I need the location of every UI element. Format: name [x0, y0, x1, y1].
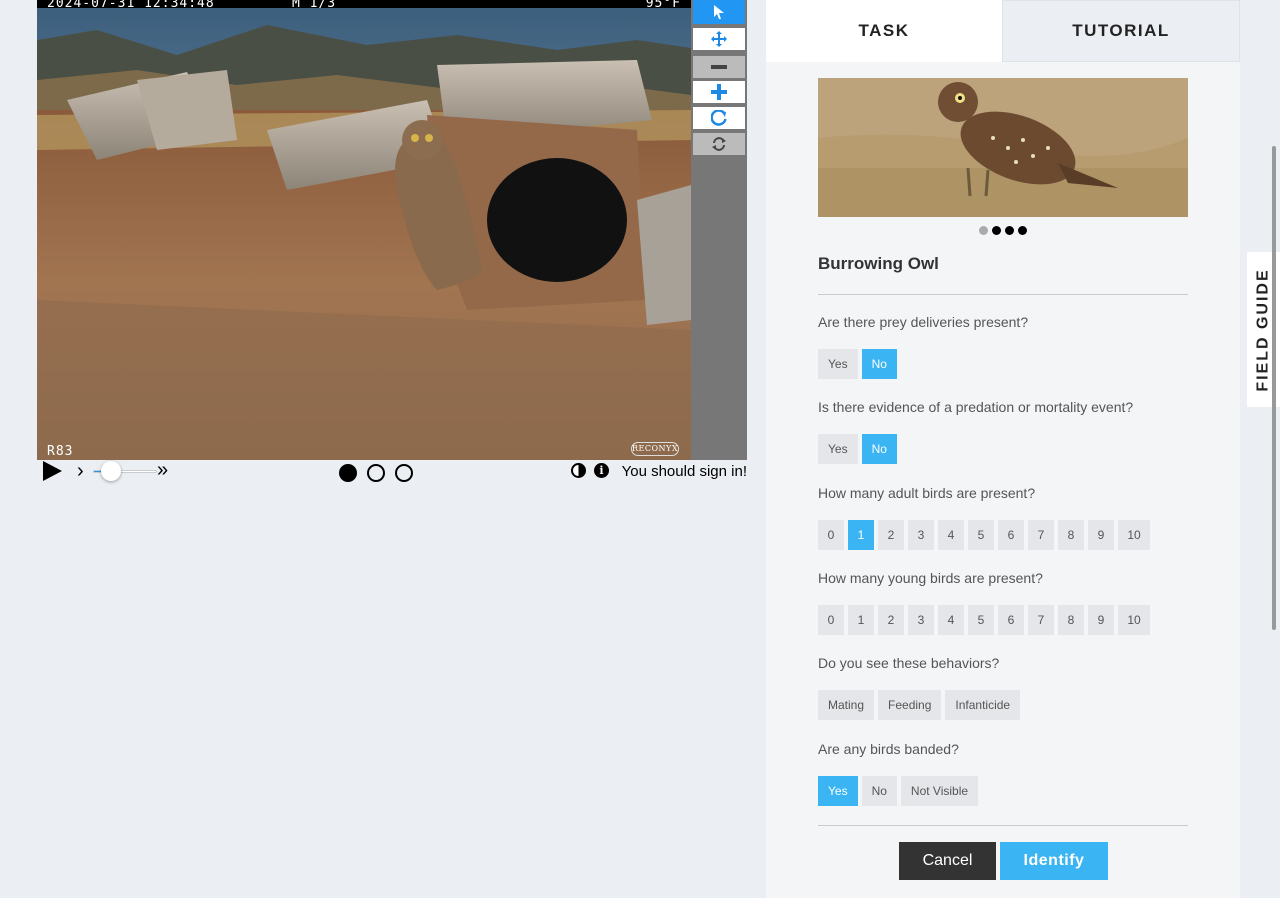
answer-button[interactable]: 7	[1028, 520, 1054, 550]
signin-message: You should sign in!	[621, 463, 747, 480]
task-body: Burrowing Owl Are there prey deliveries …	[801, 62, 1205, 898]
contrast-icon[interactable]	[571, 463, 586, 478]
image-toolbar	[691, 0, 747, 460]
identify-button[interactable]: Identify	[1000, 842, 1108, 880]
answer-options: Yes No	[818, 434, 1198, 464]
pointer-icon[interactable]	[693, 0, 745, 24]
carousel-dot[interactable]	[979, 226, 988, 235]
question-text: Are there prey deliveries present?	[818, 314, 1029, 330]
fast-forward-icon[interactable]: »	[157, 459, 168, 482]
camera-trap-image[interactable]: 2024-07-31 12:34:48 M 1/3 95°F R83 RECON…	[37, 0, 691, 460]
question: Are there prey deliveries present? Yes No	[818, 314, 1198, 379]
answer-button[interactable]: Yes	[818, 349, 858, 379]
question: Is there evidence of a predation or mort…	[818, 399, 1198, 464]
camera-id: R83	[47, 444, 74, 459]
question-text: How many young birds are present?	[818, 570, 1043, 586]
answer-button[interactable]: 5	[968, 520, 994, 550]
question-text: Is there evidence of a predation or mort…	[818, 399, 1134, 415]
answer-button[interactable]: Not Visible	[900, 776, 979, 806]
camera-frame-label: M 1/3	[292, 0, 337, 11]
carousel-dots	[979, 226, 1027, 235]
answer-button[interactable]: 8	[1058, 605, 1084, 635]
task-panel: TASK TUTORIAL Burrowing Owl Are there pr…	[766, 0, 1240, 898]
answer-options: Yes No Not Visible	[818, 776, 1198, 806]
tab-tutorial[interactable]: TUTORIAL	[1002, 0, 1240, 62]
answer-button[interactable]: 9	[1088, 605, 1114, 635]
question: Do you see these behaviors? Mating Feeding…	[818, 655, 1198, 720]
answer-button[interactable]: No	[861, 434, 897, 464]
answer-button[interactable]: No	[861, 776, 897, 806]
question-text: Are any birds banded?	[818, 741, 959, 757]
species-name: Burrowing Owl	[818, 254, 939, 273]
carousel-dot[interactable]	[1005, 226, 1014, 235]
page-scrollbar[interactable]	[1272, 146, 1276, 630]
question-text: How many adult birds are present?	[818, 485, 1036, 501]
frame-dot[interactable]	[339, 464, 357, 482]
subject-viewer: 2024-07-31 12:34:48 M 1/3 95°F R83 RECON…	[37, 0, 747, 460]
zoom-out-icon[interactable]	[693, 56, 745, 78]
question: Are any birds banded? Yes No Not Visible	[818, 741, 1198, 806]
species-example-photo	[818, 78, 1188, 217]
answer-button[interactable]: 6	[998, 520, 1024, 550]
answer-button[interactable]: 0	[818, 605, 844, 635]
panel-tabs: TASK TUTORIAL	[766, 0, 1240, 62]
frame-dot[interactable]	[395, 464, 413, 482]
answer-button[interactable]: Mating	[818, 690, 875, 720]
carousel-dot[interactable]	[1018, 226, 1027, 235]
zoom-in-icon[interactable]	[693, 81, 745, 103]
camera-timestamp: 2024-07-31 12:34:48	[47, 0, 215, 11]
answer-button[interactable]: Yes	[818, 434, 858, 464]
answer-button[interactable]: 6	[998, 605, 1024, 635]
field-guide-label: FIELD GUIDE	[1254, 267, 1272, 392]
answer-button[interactable]: 8	[1058, 520, 1084, 550]
rotate-icon[interactable]	[693, 107, 745, 129]
answer-options: Mating Feeding Infanticide	[818, 690, 1198, 720]
answer-button[interactable]: 3	[908, 605, 934, 635]
play-icon[interactable]	[43, 461, 62, 481]
answer-button[interactable]: No	[861, 349, 897, 379]
answer-button[interactable]: Infanticide	[945, 690, 1021, 720]
answer-options: 0 1 2 3 4 5 6 7 8 9 10	[818, 605, 1198, 635]
frame-dot[interactable]	[367, 464, 385, 482]
speed-slider-thumb[interactable]	[101, 461, 121, 481]
answer-button[interactable]: 0	[818, 520, 844, 550]
question: How many young birds are present? 0 1 2 3 4 5 6…	[818, 570, 1198, 635]
question: How many adult birds are present? 0 1 2 3 4 5 6…	[818, 485, 1198, 550]
step-forward-icon[interactable]: ›	[77, 460, 84, 483]
answer-button[interactable]: 5	[968, 605, 994, 635]
divider	[818, 825, 1188, 826]
answer-button[interactable]: 4	[938, 520, 964, 550]
action-buttons: Cancel Identify	[899, 842, 1108, 880]
answer-button[interactable]: 9	[1088, 520, 1114, 550]
tab-task[interactable]: TASK	[766, 0, 1002, 62]
cancel-button[interactable]: Cancel	[899, 842, 996, 880]
answer-button[interactable]: 2	[878, 605, 904, 635]
divider	[818, 294, 1188, 295]
camera-temperature: 95°F	[645, 0, 681, 11]
answer-button[interactable]: 2	[878, 520, 904, 550]
answer-options: Yes No	[818, 349, 1198, 379]
camera-brand-logo: RECONYX	[631, 442, 679, 456]
classify-page: 2024-07-31 12:34:48 M 1/3 95°F R83 RECON…	[0, 0, 1280, 898]
answer-button[interactable]: 10	[1118, 605, 1150, 635]
move-icon[interactable]	[693, 28, 745, 50]
info-icon[interactable]: i	[594, 463, 609, 478]
answer-button[interactable]: 10	[1118, 520, 1150, 550]
answer-options: 0 1 2 3 4 5 6 7 8 9 10	[818, 520, 1198, 550]
reset-icon[interactable]	[693, 133, 745, 155]
answer-button[interactable]: 4	[938, 605, 964, 635]
answer-button[interactable]: Yes	[818, 776, 858, 806]
answer-button[interactable]: 1	[848, 605, 874, 635]
answer-button[interactable]: 7	[1028, 605, 1054, 635]
carousel-dot[interactable]	[992, 226, 1001, 235]
answer-button[interactable]: 3	[908, 520, 934, 550]
species-image-carousel[interactable]	[818, 78, 1188, 217]
answer-button[interactable]: 1	[848, 520, 874, 550]
question-text: Do you see these behaviors?	[818, 655, 1000, 671]
frame-selector	[339, 464, 413, 482]
answer-button[interactable]: Feeding	[878, 690, 942, 720]
camera-trap-photo	[37, 8, 691, 460]
frame-player: › » i You should sign in!	[37, 459, 747, 486]
